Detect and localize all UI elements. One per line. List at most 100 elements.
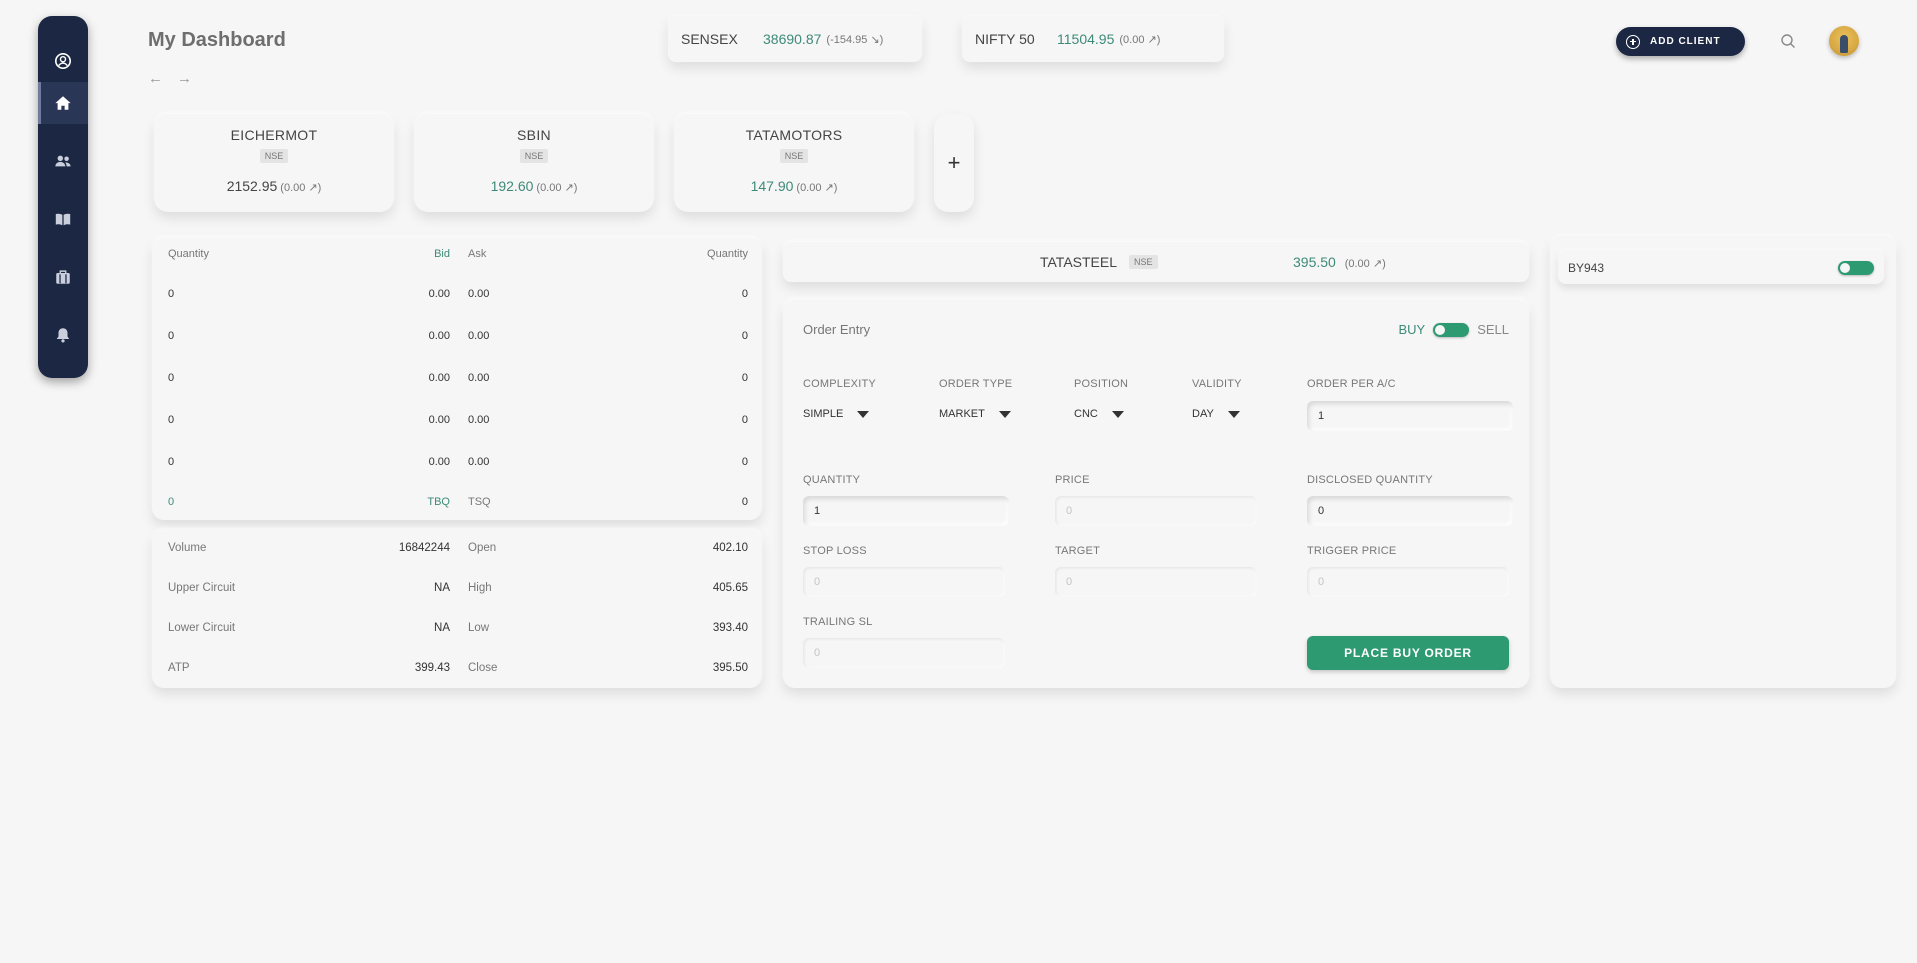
position-value: CNC <box>1074 408 1098 420</box>
buy-sell-toggle: BUY SELL <box>1398 322 1509 337</box>
position-label: POSITION <box>1074 378 1129 390</box>
depth-totals-row: 0 TBQ TSQ 0 <box>168 496 748 512</box>
ask-price: 0.00 <box>468 372 490 384</box>
validity-label: VALIDITY <box>1192 378 1242 390</box>
selected-stock-bar: TATASTEEL NSE 395.50 (0.00 ↗) <box>783 242 1529 282</box>
depth-header-row: Quantity Bid Ask Quantity <box>168 248 748 264</box>
header-quantity: Quantity <box>168 248 209 260</box>
ask-quantity: 0 <box>741 330 748 342</box>
index-value: 11504.95 <box>1057 31 1115 47</box>
target-label: TARGET <box>1055 545 1100 557</box>
bid-price: 0.00 <box>428 414 450 426</box>
search-icon[interactable] <box>1780 33 1796 49</box>
stock-change: (0.00 ↗) <box>536 182 578 194</box>
bid-quantity: 0 <box>168 288 175 300</box>
ask-quantity: 0 <box>741 372 748 384</box>
page-title: My Dashboard <box>148 29 286 51</box>
client-id: BY943 <box>1568 261 1605 275</box>
sidebar-portfolio[interactable] <box>38 256 88 298</box>
tbq-label: TBQ <box>427 496 450 508</box>
history-nav: ← → <box>148 70 192 87</box>
client-toggle-switch[interactable] <box>1838 261 1874 275</box>
order-per-ac-input[interactable]: 1 <box>1307 401 1513 431</box>
stat-label: Upper Circuit <box>168 582 236 594</box>
caret-down-icon <box>1227 410 1240 418</box>
avatar[interactable] <box>1829 26 1859 56</box>
users-icon <box>55 155 71 167</box>
stock-name: EICHERMOT <box>230 127 318 143</box>
trailing-sl-input[interactable]: 0 <box>803 638 1005 668</box>
complexity-value: SIMPLE <box>803 408 844 420</box>
watchlist-card[interactable]: SBIN NSE 192.60 (0.00 ↗) <box>414 114 654 212</box>
sidebar-clients[interactable] <box>38 140 88 182</box>
market-depth-panel: Quantity Bid Ask Quantity 0 0.00 0.00 0 … <box>152 238 762 520</box>
buy-sell-switch[interactable] <box>1433 322 1470 337</box>
client-item[interactable]: BY943 <box>1558 250 1884 284</box>
price-input[interactable]: 0 <box>1055 496 1257 526</box>
sidebar-book[interactable] <box>38 198 88 240</box>
bid-price: 0.00 <box>428 372 450 384</box>
stock-stats-panel: Volume 16842244 Open 402.10 Upper Circui… <box>152 530 762 688</box>
bid-quantity: 0 <box>168 414 175 426</box>
add-client-button[interactable]: ADD CLIENT <box>1616 27 1745 56</box>
index-card-nifty[interactable]: NIFTY 50 11504.95 (0.00 ↗) <box>962 16 1224 62</box>
forward-arrow-icon[interactable]: → <box>177 70 192 87</box>
bid-price: 0.00 <box>428 456 450 468</box>
exchange-badge: NSE <box>519 149 549 163</box>
order-per-ac-label: ORDER PER A/C <box>1307 378 1396 390</box>
stat-label: High <box>468 582 492 594</box>
quantity-input[interactable]: 1 <box>803 496 1009 526</box>
disclosed-quantity-label: DISCLOSED QUANTITY <box>1307 474 1433 486</box>
sidebar-home[interactable] <box>38 82 88 124</box>
stat-value: 393.40 <box>712 622 748 634</box>
client-list-panel: BY943 <box>1550 236 1896 688</box>
watchlist-card[interactable]: EICHERMOT NSE 2152.95 (0.00 ↗) <box>154 114 394 212</box>
stat-value: 402.10 <box>712 542 748 554</box>
bid-price: 0.00 <box>428 330 450 342</box>
caret-down-icon <box>857 410 870 418</box>
position-select[interactable]: CNC <box>1074 408 1124 420</box>
header-ask: Ask <box>468 248 487 260</box>
stock-price: 192.60 <box>490 178 534 194</box>
stop-loss-input[interactable]: 0 <box>803 567 1005 597</box>
depth-row: 0 0.00 0.00 0 <box>168 456 748 472</box>
sidebar <box>38 16 88 378</box>
index-name: SENSEX <box>681 31 738 47</box>
back-arrow-icon[interactable]: ← <box>148 70 163 87</box>
depth-row: 0 0.00 0.00 0 <box>168 372 748 388</box>
depth-row: 0 0.00 0.00 0 <box>168 414 748 430</box>
stat-label: Open <box>468 542 497 554</box>
plus-circle-icon <box>1626 34 1640 49</box>
target-input[interactable]: 0 <box>1055 567 1257 597</box>
sell-label[interactable]: SELL <box>1477 322 1509 337</box>
bid-quantity: 0 <box>168 330 175 342</box>
complexity-select[interactable]: SIMPLE <box>803 408 870 420</box>
buy-label[interactable]: BUY <box>1398 322 1425 337</box>
stock-price: 2152.95 <box>226 178 278 194</box>
trigger-price-input[interactable]: 0 <box>1307 567 1509 597</box>
watchlist-card[interactable]: TATAMOTORS NSE 147.90 (0.00 ↗) <box>674 114 914 212</box>
order-entry-title: Order Entry <box>803 322 871 337</box>
stat-label: Lower Circuit <box>168 622 236 634</box>
bid-price: 0.00 <box>428 288 450 300</box>
caret-down-icon <box>1111 410 1124 418</box>
stat-label: Volume <box>168 542 207 554</box>
order-type-value: MARKET <box>939 408 985 420</box>
order-type-select[interactable]: MARKET <box>939 408 1011 420</box>
validity-select[interactable]: DAY <box>1192 408 1240 420</box>
bid-quantity: 0 <box>168 372 175 384</box>
ask-price: 0.00 <box>468 288 490 300</box>
home-icon <box>55 96 71 110</box>
complexity-label: COMPLEXITY <box>803 378 876 390</box>
stock-change: (0.00 ↗) <box>280 182 322 194</box>
stock-name: SBIN <box>517 127 551 143</box>
sidebar-profile[interactable] <box>38 40 88 82</box>
sidebar-notifications[interactable] <box>38 314 88 356</box>
user-circle-icon <box>54 52 72 70</box>
disclosed-quantity-input[interactable]: 0 <box>1307 496 1513 526</box>
index-card-sensex[interactable]: SENSEX 38690.87 (-154.95 ↘) <box>668 16 922 62</box>
add-stock-button[interactable]: + <box>934 114 974 212</box>
total-sell-quantity: 0 <box>741 496 748 508</box>
place-buy-order-button[interactable]: PLACE BUY ORDER <box>1307 636 1509 670</box>
add-client-label: ADD CLIENT <box>1650 36 1721 47</box>
